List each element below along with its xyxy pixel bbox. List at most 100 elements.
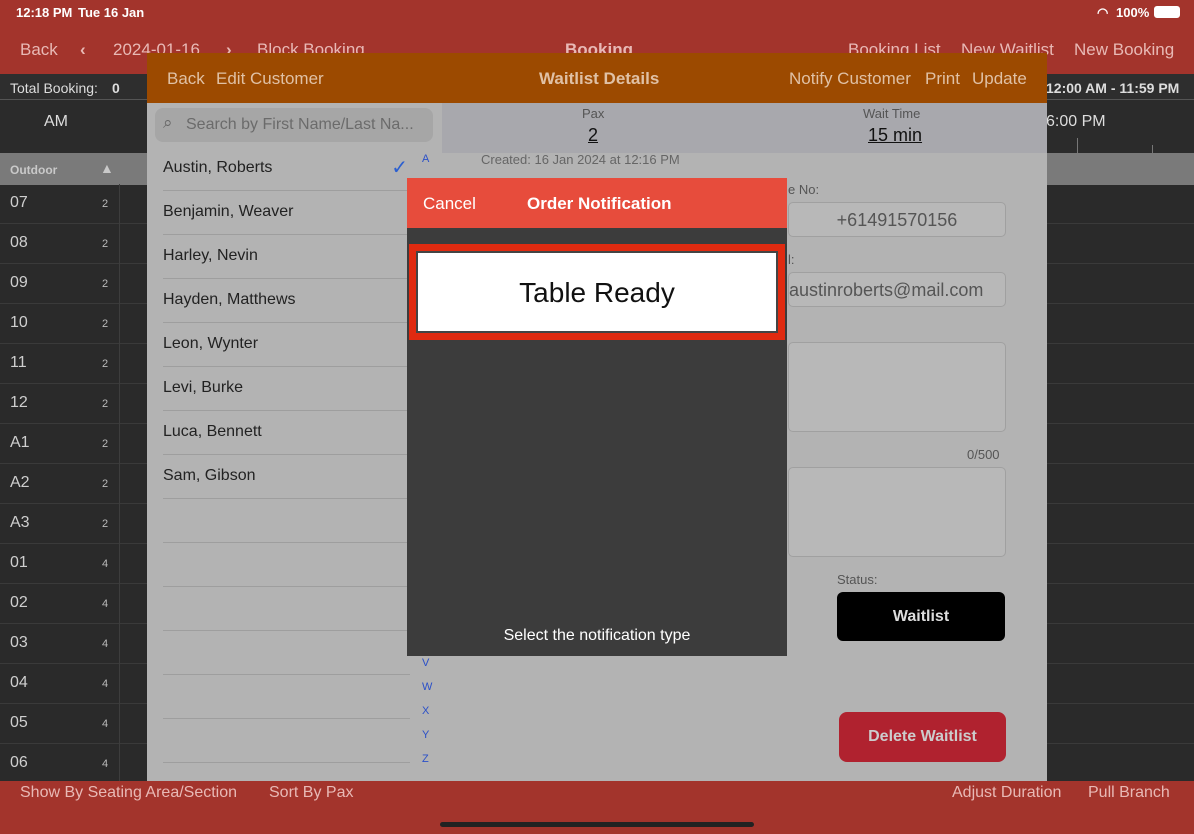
table-name: 02 [10,594,28,611]
table-name: A1 [10,434,30,451]
customer-name: Austin, Roberts [163,159,273,176]
phone-field[interactable]: +61491570156 [788,202,1006,237]
table-pax: 2 [102,278,109,290]
table-name: 11 [10,354,27,371]
wifi-icon: ◠ [1097,5,1109,20]
customer-name: Luca, Bennett [163,423,262,440]
index-letter[interactable]: V [422,657,429,669]
table-pax: 2 [102,398,109,410]
pax-value[interactable]: 2 [588,125,598,146]
customer-name: Leon, Wynter [163,335,259,352]
customer-list-item[interactable] [163,587,410,631]
divider [119,184,120,224]
table-pax: 2 [102,358,109,370]
table-name: 10 [10,314,28,331]
delete-waitlist-button[interactable]: Delete Waitlist [839,712,1006,762]
customer-list-item[interactable]: Harley, Nevin [163,235,410,279]
customer-list-item[interactable] [163,631,410,675]
customer-list-item[interactable] [163,675,410,719]
checkmark-icon: ✓ [391,157,408,179]
status-label: Status: [837,572,878,587]
show-by-section-button[interactable]: Show By Seating Area/Section [20,784,237,802]
customer-name: Sam, Gibson [163,467,256,484]
divider [119,504,120,544]
index-letter[interactable]: Y [422,729,429,741]
chevron-left-icon[interactable]: ‹ [80,40,86,60]
customer-list-item[interactable]: Leon, Wynter [163,323,410,367]
table-pax: 4 [102,718,109,730]
table-pax: 2 [102,238,109,250]
notes-field[interactable] [788,342,1006,432]
customer-list-item[interactable]: Luca, Bennett [163,411,410,455]
popover-title: Order Notification [527,194,672,213]
table-pax: 4 [102,598,109,610]
time-label: 6:00 PM [1046,113,1106,130]
customer-list-item[interactable]: Levi, Burke [163,367,410,411]
customer-name: Benjamin, Weaver [163,203,294,220]
index-letter[interactable]: Z [422,753,429,765]
table-pax: 4 [102,678,109,690]
divider [119,704,120,744]
back-button[interactable]: Back [20,40,58,60]
table-ready-option[interactable]: Table Ready [409,244,785,340]
divider [119,264,120,304]
adjust-duration-button[interactable]: Adjust Duration [952,784,1061,802]
time-range: 12:00 AM - 11:59 PM [1046,80,1180,96]
table-name: 08 [10,234,28,251]
email-field[interactable]: austinroberts@mail.com [788,272,1006,307]
table-pax: 2 [102,198,109,210]
table-name: A2 [10,474,30,491]
tick [1152,145,1153,153]
customer-list-item[interactable]: Hayden, Matthews [163,279,410,323]
table-pax: 2 [102,438,109,450]
index-letter[interactable]: W [422,681,432,693]
table-name: 12 [10,394,28,411]
customer-list-item[interactable] [163,719,410,763]
search-input[interactable]: ⌕ Search by First Name/Last Na... [155,108,433,142]
home-indicator [440,822,754,827]
created-label: Created: 16 Jan 2024 at 12:16 PM [481,152,680,167]
divider [119,304,120,344]
print-button[interactable]: Print [925,69,960,89]
index-letter[interactable]: X [422,705,429,717]
table-name: 06 [10,754,28,771]
index-letter[interactable]: A [422,153,429,165]
table-name: 05 [10,714,28,731]
pull-branch-button[interactable]: Pull Branch [1088,784,1170,802]
divider [119,464,120,504]
customer-name: Harley, Nevin [163,247,258,264]
customer-list-item[interactable] [163,499,410,543]
option-label: Table Ready [416,251,778,333]
divider [119,664,120,704]
panel-back-button[interactable]: Back [167,69,205,89]
table-name: 04 [10,674,28,691]
new-booking-button[interactable]: New Booking [1074,40,1174,60]
customer-list-item[interactable]: Sam, Gibson [163,455,410,499]
customer-list-item[interactable] [163,543,410,587]
cancel-button[interactable]: Cancel [423,194,476,214]
customer-list-item[interactable]: Austin, Roberts ✓ [163,147,410,191]
remarks-field[interactable] [788,467,1006,557]
update-button[interactable]: Update [972,69,1027,89]
email-label: l: [788,252,795,267]
status-date: Tue 16 Jan [78,5,145,20]
divider [119,624,120,664]
divider [119,224,120,264]
notify-customer-button[interactable]: Notify Customer [789,69,911,89]
panel-title: Waitlist Details [539,69,660,88]
tick [1077,138,1078,153]
edit-customer-button[interactable]: Edit Customer [216,69,324,89]
status-button[interactable]: Waitlist [837,592,1005,641]
panel-header: Back Edit Customer Waitlist Details Noti… [147,53,1047,103]
divider [119,424,120,464]
chevron-up-icon[interactable]: ▲ [100,160,114,176]
customer-name: Levi, Burke [163,379,244,396]
table-pax: 2 [102,318,109,330]
customer-list-item[interactable]: Benjamin, Weaver [163,191,410,235]
order-notification-popover: Cancel Order Notification Table Ready Se… [407,178,787,656]
divider [119,344,120,384]
divider [119,744,120,784]
sort-by-pax-button[interactable]: Sort By Pax [269,784,353,802]
wait-time-value[interactable]: 15 min [868,125,922,146]
divider [119,384,120,424]
